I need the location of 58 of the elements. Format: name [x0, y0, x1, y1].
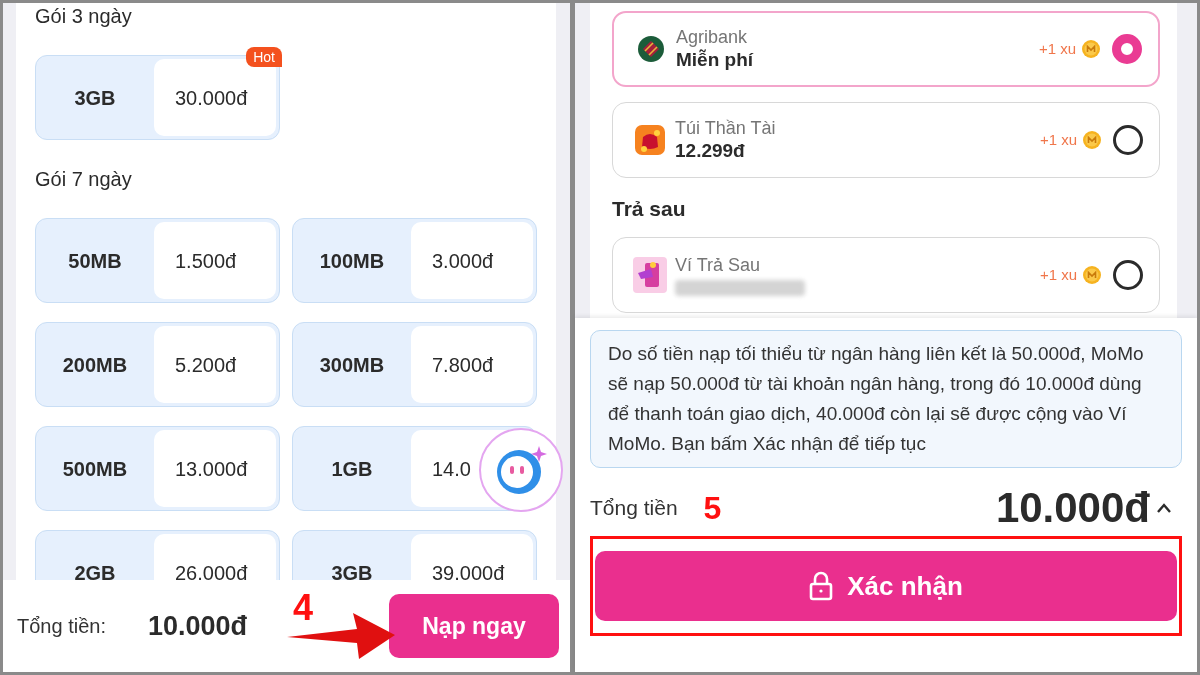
confirm-button[interactable]: Xác nhận [595, 551, 1177, 621]
package-size: 1GB [331, 456, 373, 482]
package-size: 500MB [62, 456, 128, 482]
payment-option[interactable]: Agribank Miễn phí +1 xu [612, 11, 1160, 87]
payment-option[interactable]: Túi Thần Tài 12.299đ +1 xu [612, 102, 1160, 178]
package-size: 200MB [62, 352, 128, 378]
section-heading: Gói 7 ngày [35, 167, 133, 191]
step-number: 4 [293, 588, 314, 628]
option-name: Ví Trả Sau [675, 254, 762, 276]
reward-text: +1 xu [1039, 264, 1077, 285]
payment-option[interactable]: Ví Trả Sau +1 xu [612, 237, 1160, 313]
package-size: 2GB [74, 560, 116, 584]
package-size: 3GB [331, 560, 373, 584]
group-heading: Trả sau [612, 196, 687, 222]
package-price: 30.000đ [175, 85, 249, 111]
package-price: 26.000đ [175, 560, 249, 584]
phone-wallet-icon [633, 257, 667, 293]
section-heading: Gói 3 ngày [35, 4, 133, 28]
package-size: 300MB [319, 352, 385, 378]
reward-text: +1 xu [1038, 38, 1076, 59]
package-price: 7.800đ [432, 352, 495, 378]
package-price: 39.000đ [432, 560, 506, 584]
radio-button[interactable] [1113, 260, 1143, 290]
option-detail: Miễn phí [676, 48, 755, 72]
caret-up-icon[interactable] [1156, 502, 1172, 514]
package-price: 3.000đ [432, 248, 495, 274]
package-price: 14.0 [432, 456, 472, 482]
total-amount: 10.000đ [995, 484, 1150, 532]
package-option[interactable]: 100MB 3.000đ [292, 218, 537, 303]
coin-icon [1083, 131, 1101, 149]
step-number: 5 [703, 489, 722, 528]
bank-logo-icon [638, 36, 664, 62]
reward-text: +1 xu [1039, 129, 1077, 150]
package-size: 100MB [319, 248, 385, 274]
package-option[interactable]: 300MB 7.800đ [292, 322, 537, 407]
package-size: 3GB [74, 85, 116, 111]
total-label: Tổng tiền [590, 495, 678, 522]
option-detail: 12.299đ [675, 139, 746, 163]
coin-icon [1083, 266, 1101, 284]
package-option[interactable]: 50MB 1.500đ [35, 218, 280, 303]
package-price: 13.000đ [175, 456, 249, 482]
option-name: Agribank [676, 26, 749, 48]
top-up-button[interactable]: Nạp ngay [389, 594, 559, 658]
package-option[interactable]: 500MB 13.000đ [35, 426, 280, 511]
package-price: 5.200đ [175, 352, 238, 378]
radio-button[interactable] [1113, 125, 1143, 155]
option-name: Túi Thần Tài [675, 117, 777, 139]
hot-badge: Hot [246, 47, 282, 67]
coin-icon [1082, 40, 1100, 58]
notice-text: Do số tiền nạp tối thiểu từ ngân hàng liên kết là 50.000đ, MoMo sẽ nạp 50.000đ từ tài khoản ngân hàng, trong đó 10.000đ dùng để thanh toán giao dịch, 40.000đ còn lại sẽ được cộng vào Ví MoMo. Bạn bấm Xác nhận để tiếp tục [608, 342, 1145, 456]
package-price: 1.500đ [175, 248, 238, 274]
total-amount: 10.000đ [147, 609, 248, 643]
money-bag-icon [635, 125, 665, 155]
package-option[interactable]: 200MB 5.200đ [35, 322, 280, 407]
radio-button[interactable] [1112, 34, 1142, 64]
lock-icon [809, 571, 834, 601]
total-label: Tổng tiền: [17, 614, 106, 639]
package-size: 50MB [68, 248, 122, 274]
